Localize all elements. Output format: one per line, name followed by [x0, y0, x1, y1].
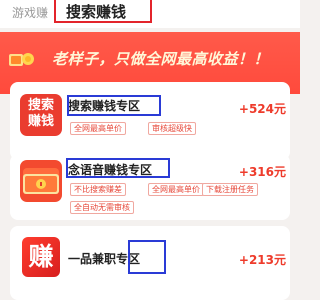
tab-search-earn-label: 搜索赚钱: [66, 3, 127, 21]
red-envelope-icon: [9, 53, 34, 66]
tag-highest-rate: 全网最高单价: [148, 183, 204, 196]
search-earn-app-icon: 搜索 赚钱: [20, 94, 62, 136]
price-part-time: +213元: [238, 253, 286, 267]
tag-highest-rate: 全网最高单价: [70, 122, 126, 135]
price-voice-earn: +316元: [238, 165, 286, 179]
title-search-earn: 搜索赚钱专区: [68, 99, 141, 113]
tag-fast-review: 审核超级快: [148, 122, 196, 135]
earn-char-icon: 赚: [22, 237, 60, 277]
tag-not-worse-than-search: 不比搜索赚差: [70, 183, 126, 196]
promo-banner-text: 老样子，只做全网最高收益！！: [52, 50, 270, 68]
tab-game-earn[interactable]: 游戏赚: [12, 4, 48, 21]
part-time-app-icon: 赚: [20, 236, 62, 278]
wallet-icon: [23, 168, 59, 194]
top-tab-bar: 游戏赚 搜索赚钱: [0, 0, 300, 28]
title-voice-earn: 念语音赚钱专区: [68, 163, 153, 177]
voice-earn-app-icon: [20, 160, 62, 202]
title-part-time: 一品兼职专区: [68, 252, 141, 266]
search-earn-icon-text: 搜索 赚钱: [27, 98, 54, 129]
tag-download-register: 下载注册任务: [202, 183, 258, 196]
price-search-earn: +524元: [238, 102, 286, 116]
tab-search-earn[interactable]: 搜索赚钱: [54, 0, 152, 26]
tag-auto-no-review: 全自动无需审核: [70, 201, 134, 214]
